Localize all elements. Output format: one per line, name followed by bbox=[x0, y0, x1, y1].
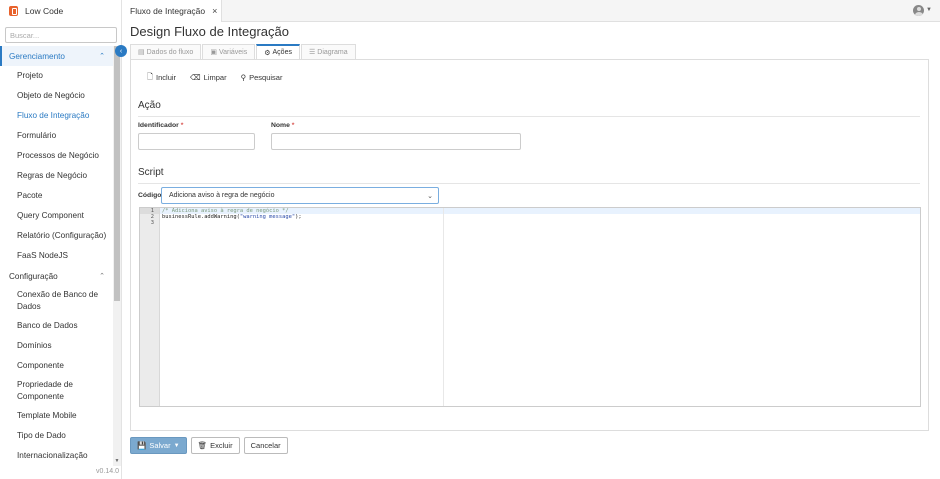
sidebar-scrollbar[interactable]: ▼ bbox=[113, 46, 121, 466]
cogs-icon: ⚙ bbox=[264, 49, 271, 57]
identifier-label: Identificador * bbox=[138, 122, 183, 129]
tab-acoes[interactable]: ⚙ Ações bbox=[256, 44, 300, 59]
menu-group-gerenciamento[interactable]: Gerenciamento ⌃ bbox=[0, 46, 113, 66]
menu-item-template-mobile[interactable]: Template Mobile bbox=[0, 406, 113, 426]
clear-button-label: Limpar bbox=[203, 73, 227, 82]
script-section-heading: Script bbox=[138, 167, 920, 184]
code-editor[interactable]: 1 2 3 /* Adiciona aviso à regra de negóc… bbox=[139, 207, 921, 407]
tab-label: Ações bbox=[272, 49, 292, 56]
page-title: Design Fluxo de Integração bbox=[130, 24, 289, 39]
cancel-button-label: Cancelar bbox=[250, 441, 281, 450]
line-number: 3 bbox=[150, 220, 154, 226]
search-icon: ⚲ bbox=[240, 73, 247, 82]
section-tabs: ▤ Dados do fluxo ▣ Variáveis ⚙ Ações ☰ Diagr… bbox=[130, 44, 357, 59]
required-mark: * bbox=[291, 122, 295, 129]
name-label: Nome * bbox=[271, 122, 294, 129]
caret-down-icon: ▼ bbox=[173, 442, 180, 449]
required-mark: * bbox=[180, 122, 184, 129]
menu-search-input[interactable] bbox=[5, 27, 117, 43]
code-select-value: Adiciona aviso à regra de negócio bbox=[169, 192, 275, 199]
add-button[interactable]: 🗋 Incluir bbox=[147, 71, 176, 84]
menu-item-propriedade-de-componente[interactable]: Propriedade de Componente bbox=[0, 376, 113, 406]
menu-item-pacote[interactable]: Pacote bbox=[0, 186, 113, 206]
app-version: v0.14.0 bbox=[96, 468, 119, 475]
menu-item-projeto[interactable]: Projeto bbox=[0, 66, 113, 86]
clear-button[interactable]: ⌫ Limpar bbox=[190, 71, 227, 84]
tab-diagrama[interactable]: ☰ Diagrama bbox=[300, 44, 356, 59]
menu-item-formulario[interactable]: Formulário bbox=[0, 126, 113, 146]
menu-item-tipo-de-dado[interactable]: Tipo de Dado bbox=[0, 426, 113, 446]
eraser-icon: ⌫ bbox=[190, 73, 201, 82]
collapse-sidebar-button[interactable]: ‹ bbox=[115, 45, 127, 57]
brand-name: Low Code bbox=[25, 6, 64, 16]
variable-icon: ▣ bbox=[210, 49, 217, 56]
menu-item-banco-de-dados[interactable]: Banco de Dados bbox=[0, 316, 113, 336]
caret-down-icon[interactable]: ▼ bbox=[926, 7, 932, 13]
menu-group-configuracao[interactable]: Configuração ⌃ bbox=[0, 266, 113, 286]
identifier-input[interactable] bbox=[138, 133, 255, 150]
add-file-icon: 🗋 bbox=[147, 72, 154, 81]
name-input[interactable] bbox=[271, 133, 521, 150]
sidebar-menu: Gerenciamento ⌃ Projeto Objeto de Negóci… bbox=[0, 46, 113, 466]
menu-item-conexao-de-banco-de-dados[interactable]: Conexão de Banco de Dados bbox=[0, 286, 113, 316]
search-button-label: Pesquisar bbox=[249, 73, 283, 82]
editor-gutter: 1 2 3 bbox=[140, 208, 160, 406]
cancel-button[interactable]: Cancelar bbox=[243, 437, 288, 454]
tab-label: Variáveis bbox=[218, 48, 248, 56]
save-button-label: Salvar bbox=[149, 441, 171, 450]
editor-content[interactable]: /* Adiciona aviso à regra de negócio */ … bbox=[160, 208, 920, 406]
chevron-up-icon: ⌃ bbox=[99, 273, 105, 280]
chevron-left-icon: ‹ bbox=[119, 47, 123, 55]
search-button[interactable]: ⚲ Pesquisar bbox=[241, 71, 283, 84]
menu-item-relatorio-configuracao[interactable]: Relatório (Configuração) bbox=[0, 226, 113, 246]
code-line[interactable] bbox=[160, 220, 920, 226]
name-label-text: Nome bbox=[271, 122, 290, 129]
menu-item-faas-nodejs[interactable]: FaaS NodeJS bbox=[0, 246, 113, 266]
document-icon: ▤ bbox=[138, 49, 145, 56]
chevron-up-icon: ⌃ bbox=[99, 53, 105, 60]
tab-variaveis[interactable]: ▣ Variáveis bbox=[202, 44, 256, 59]
logo-icon bbox=[9, 6, 18, 16]
tab-label: Diagrama bbox=[317, 48, 348, 56]
menu-item-internacionalizacao[interactable]: Internacionalização bbox=[0, 446, 113, 466]
user-avatar[interactable] bbox=[913, 5, 924, 16]
menu-item-dominios[interactable]: Domínios bbox=[0, 336, 113, 356]
menu-item-componente[interactable]: Componente bbox=[0, 356, 113, 376]
tab-dados-do-fluxo[interactable]: ▤ Dados do fluxo bbox=[130, 44, 202, 59]
menu-item-regras-de-negocio[interactable]: Regras de Negócio bbox=[0, 166, 113, 186]
save-button[interactable]: 💾 Salvar ▼ bbox=[130, 437, 187, 454]
document-tab-label: Fluxo de Integração bbox=[130, 6, 206, 16]
menu-group-label: Gerenciamento bbox=[9, 51, 65, 61]
menu-item-fluxo-de-integracao[interactable]: Fluxo de Integração bbox=[0, 106, 113, 126]
menu-group-label: Configuração bbox=[9, 271, 58, 281]
code-template-select[interactable]: Adiciona aviso à regra de negócio ⌄ bbox=[161, 187, 439, 204]
close-icon[interactable]: × bbox=[212, 6, 217, 16]
identifier-label-text: Identificador bbox=[138, 122, 179, 129]
list-icon: ☰ bbox=[308, 49, 316, 56]
acao-section-heading: Ação bbox=[138, 100, 920, 117]
menu-item-query-component[interactable]: Query Component bbox=[0, 206, 113, 226]
scroll-down-icon[interactable]: ▼ bbox=[113, 458, 121, 464]
actions-toolbar: 🗋 Incluir ⌫ Limpar ⚲ Pesquisar bbox=[147, 71, 296, 84]
code-label: Código bbox=[138, 192, 162, 199]
actions-panel: 🗋 Incluir ⌫ Limpar ⚲ Pesquisar Ação Identif… bbox=[130, 59, 929, 431]
menu-item-processos-de-negocio[interactable]: Processos de Negócio bbox=[0, 146, 113, 166]
print-margin bbox=[443, 208, 444, 406]
form-footer: 💾 Salvar ▼ 🗑 Excluir Cancelar bbox=[130, 437, 292, 454]
chevron-down-icon: ⌄ bbox=[427, 192, 433, 200]
string-literal: "warning message" bbox=[239, 214, 296, 220]
brand[interactable]: Low Code bbox=[0, 0, 121, 22]
document-tab[interactable]: Fluxo de Integração × bbox=[122, 0, 222, 22]
sidebar: Low Code Gerenciamento ⌃ Projeto Objeto … bbox=[0, 0, 122, 479]
add-button-label: Incluir bbox=[156, 73, 177, 82]
delete-button[interactable]: 🗑 Excluir bbox=[190, 437, 240, 454]
trash-icon: 🗑 bbox=[197, 441, 208, 450]
menu-item-objeto-de-negocio[interactable]: Objeto de Negócio bbox=[0, 86, 113, 106]
tab-bar: Fluxo de Integração × ▼ bbox=[122, 0, 940, 22]
delete-button-label: Excluir bbox=[210, 441, 233, 450]
scrollbar-thumb[interactable] bbox=[114, 46, 120, 301]
tab-label: Dados do fluxo bbox=[146, 48, 194, 56]
save-icon: 💾 bbox=[137, 441, 147, 450]
